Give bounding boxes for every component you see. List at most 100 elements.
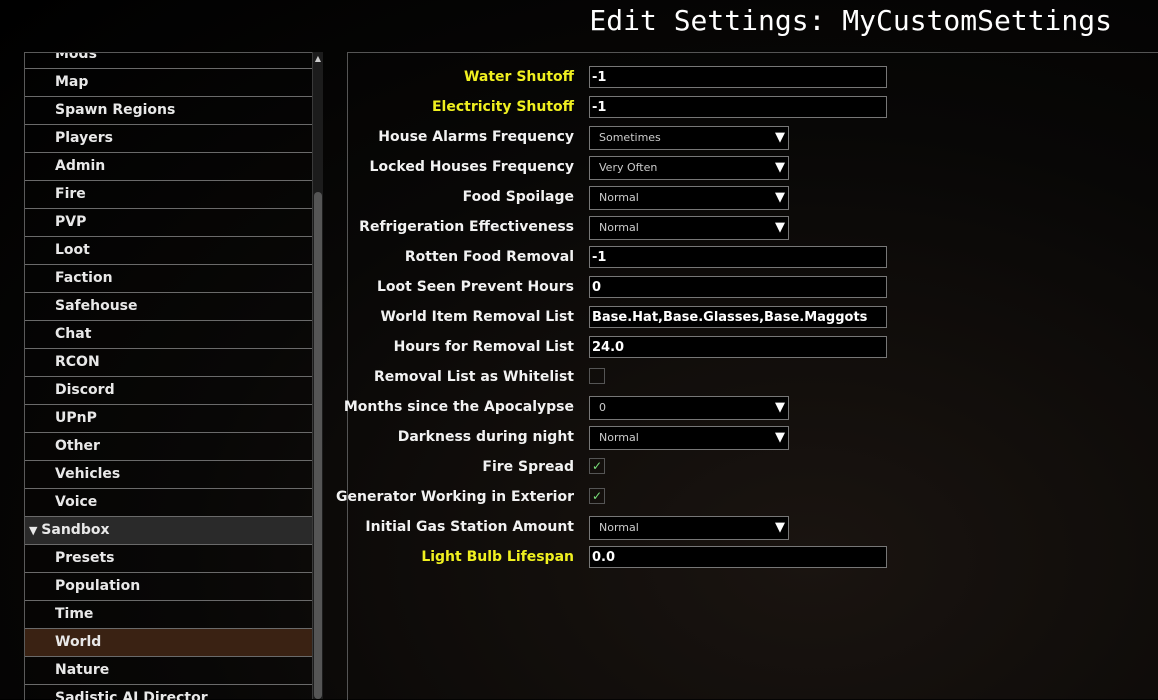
- setting-row-generator-working-in-exterior: Generator Working in Exterior ✓: [336, 482, 1158, 512]
- setting-row-world-item-removal-list: World Item Removal List Base.Hat,Base.Gla…: [348, 302, 1158, 332]
- sidebar-scrollbar[interactable]: ▲: [312, 52, 323, 699]
- setting-label: Fire Spread: [482, 459, 574, 475]
- sidebar-item-label: Time: [55, 606, 94, 622]
- sidebar-item-world[interactable]: World: [25, 629, 312, 657]
- sidebar-item-label: Presets: [55, 550, 115, 566]
- setting-row-months-since-the-apocalypse: Months since the Apocalypse 0 ▼: [344, 392, 1158, 422]
- sidebar-item-chat[interactable]: Chat: [25, 321, 312, 349]
- sidebar-item-pvp[interactable]: PVP: [25, 209, 312, 237]
- sidebar-item-label: Population: [55, 578, 141, 594]
- sidebar-item-label: PVP: [55, 214, 87, 230]
- sidebar-item-population[interactable]: Population: [25, 573, 312, 601]
- chevron-down-icon: ▼: [775, 190, 785, 205]
- setting-label: House Alarms Frequency: [378, 129, 574, 145]
- scrollbar-thumb[interactable]: [314, 192, 322, 699]
- sidebar-item-voice[interactable]: Voice: [25, 489, 312, 517]
- sidebar-item-label: Discord: [55, 382, 115, 398]
- sidebar-item-label: RCON: [55, 354, 100, 370]
- sidebar-item-faction[interactable]: Faction: [25, 265, 312, 293]
- settings-panel: Water Shutoff -1 Electricity Shutoff -1 Hous…: [336, 52, 1158, 700]
- dropdown-value: Normal: [599, 191, 639, 204]
- sidebar-item-mods[interactable]: Mods: [25, 53, 312, 69]
- sidebar-item-label: World: [55, 634, 102, 650]
- chevron-down-icon: ▼: [775, 130, 785, 145]
- darkness-during-night-dropdown[interactable]: Normal ▼: [589, 426, 789, 450]
- sidebar-item-presets[interactable]: Presets: [25, 545, 312, 573]
- removal-list-as-whitelist-checkbox[interactable]: [589, 368, 605, 384]
- chevron-down-icon: ▼: [775, 220, 785, 235]
- settings-category-list: Mods Map Spawn Regions Players Admin Fire PVP L…: [24, 52, 312, 700]
- world-item-removal-list-input[interactable]: Base.Hat,Base.Glasses,Base.Maggots: [589, 306, 887, 328]
- dropdown-value: Normal: [599, 521, 639, 534]
- sidebar-item-map[interactable]: Map: [25, 69, 312, 97]
- food-spoilage-dropdown[interactable]: Normal ▼: [589, 186, 789, 210]
- water-shutoff-input[interactable]: -1: [589, 66, 887, 88]
- setting-label: Food Spoilage: [462, 189, 574, 205]
- initial-gas-station-amount-dropdown[interactable]: Normal ▼: [589, 516, 789, 540]
- dropdown-value: Normal: [599, 431, 639, 444]
- dropdown-value: 0: [599, 401, 606, 414]
- sidebar-item-discord[interactable]: Discord: [25, 377, 312, 405]
- checkmark-icon: ✓: [591, 459, 603, 473]
- setting-label: Refrigeration Effectiveness: [359, 219, 574, 235]
- sidebar-item-safehouse[interactable]: Safehouse: [25, 293, 312, 321]
- setting-row-light-bulb-lifespan: Light Bulb Lifespan 0.0: [348, 542, 1158, 572]
- sidebar-item-label: Fire: [55, 186, 86, 202]
- electricity-shutoff-input[interactable]: -1: [589, 96, 887, 118]
- sidebar-item-sandbox[interactable]: ▼ Sandbox: [25, 517, 312, 545]
- chevron-down-icon: ▼: [775, 160, 785, 175]
- setting-label: Removal List as Whitelist: [373, 369, 574, 385]
- sidebar-item-nature[interactable]: Nature: [25, 657, 312, 685]
- expand-triangle-icon: ▼: [29, 524, 42, 537]
- setting-row-loot-seen-prevent-hours: Loot Seen Prevent Hours 0: [348, 272, 1158, 302]
- setting-label: Rotten Food Removal: [404, 249, 574, 265]
- setting-label: Initial Gas Station Amount: [365, 519, 574, 535]
- setting-row-initial-gas-station-amount: Initial Gas Station Amount Normal ▼: [348, 512, 1158, 542]
- dropdown-value: Very Often: [599, 161, 658, 174]
- rotten-food-removal-input[interactable]: -1: [589, 246, 887, 268]
- sidebar-item-time[interactable]: Time: [25, 601, 312, 629]
- sidebar-item-label: Voice: [55, 494, 98, 510]
- sidebar-item-label: Vehicles: [55, 466, 121, 482]
- page-title: Edit Settings: MyCustomSettings: [589, 4, 1112, 37]
- setting-label: Electricity Shutoff: [431, 99, 574, 115]
- sidebar-item-vehicles[interactable]: Vehicles: [25, 461, 312, 489]
- setting-row-hours-for-removal-list: Hours for Removal List 24.0: [348, 332, 1158, 362]
- house-alarms-frequency-dropdown[interactable]: Sometimes ▼: [589, 126, 789, 150]
- setting-row-water-shutoff: Water Shutoff -1: [348, 62, 1158, 92]
- sidebar-item-upnp[interactable]: UPnP: [25, 405, 312, 433]
- sidebar-item-admin[interactable]: Admin: [25, 153, 312, 181]
- light-bulb-lifespan-input[interactable]: 0.0: [589, 546, 887, 568]
- sidebar-item-other[interactable]: Other: [25, 433, 312, 461]
- sidebar-item-label: Chat: [55, 326, 92, 342]
- setting-label: Locked Houses Frequency: [369, 159, 574, 175]
- setting-label: Hours for Removal List: [393, 339, 574, 355]
- setting-label: Generator Working in Exterior: [336, 489, 574, 505]
- scroll-up-icon[interactable]: ▲: [313, 54, 323, 64]
- dropdown-value: Normal: [599, 221, 639, 234]
- sidebar-item-spawn-regions[interactable]: Spawn Regions: [25, 97, 312, 125]
- chevron-down-icon: ▼: [775, 400, 785, 415]
- sidebar-item-fire[interactable]: Fire: [25, 181, 312, 209]
- setting-label: World Item Removal List: [380, 309, 575, 325]
- generator-working-in-exterior-checkbox[interactable]: ✓: [589, 488, 605, 504]
- hours-for-removal-list-input[interactable]: 24.0: [589, 336, 887, 358]
- sidebar-item-rcon[interactable]: RCON: [25, 349, 312, 377]
- fire-spread-checkbox[interactable]: ✓: [589, 458, 605, 474]
- setting-row-removal-list-as-whitelist: Removal List as Whitelist: [348, 362, 1158, 392]
- sidebar-item-sadistic-ai-director[interactable]: Sadistic AI Director: [25, 685, 312, 700]
- sidebar-item-label: Faction: [55, 270, 113, 286]
- months-since-the-apocalypse-dropdown[interactable]: 0 ▼: [589, 396, 789, 420]
- sidebar-item-loot[interactable]: Loot: [25, 237, 312, 265]
- setting-row-refrigeration-effectiveness: Refrigeration Effectiveness Normal ▼: [348, 212, 1158, 242]
- chevron-down-icon: ▼: [775, 430, 785, 445]
- sidebar-item-label: Other: [55, 438, 100, 454]
- sidebar-item-label: Admin: [55, 158, 106, 174]
- refrigeration-effectiveness-dropdown[interactable]: Normal ▼: [589, 216, 789, 240]
- setting-label: Darkness during night: [397, 429, 574, 445]
- loot-seen-prevent-hours-input[interactable]: 0: [589, 276, 887, 298]
- sidebar-item-label: Players: [55, 130, 113, 146]
- locked-houses-frequency-dropdown[interactable]: Very Often ▼: [589, 156, 789, 180]
- sidebar-item-players[interactable]: Players: [25, 125, 312, 153]
- sidebar-item-label: Map: [55, 74, 89, 90]
